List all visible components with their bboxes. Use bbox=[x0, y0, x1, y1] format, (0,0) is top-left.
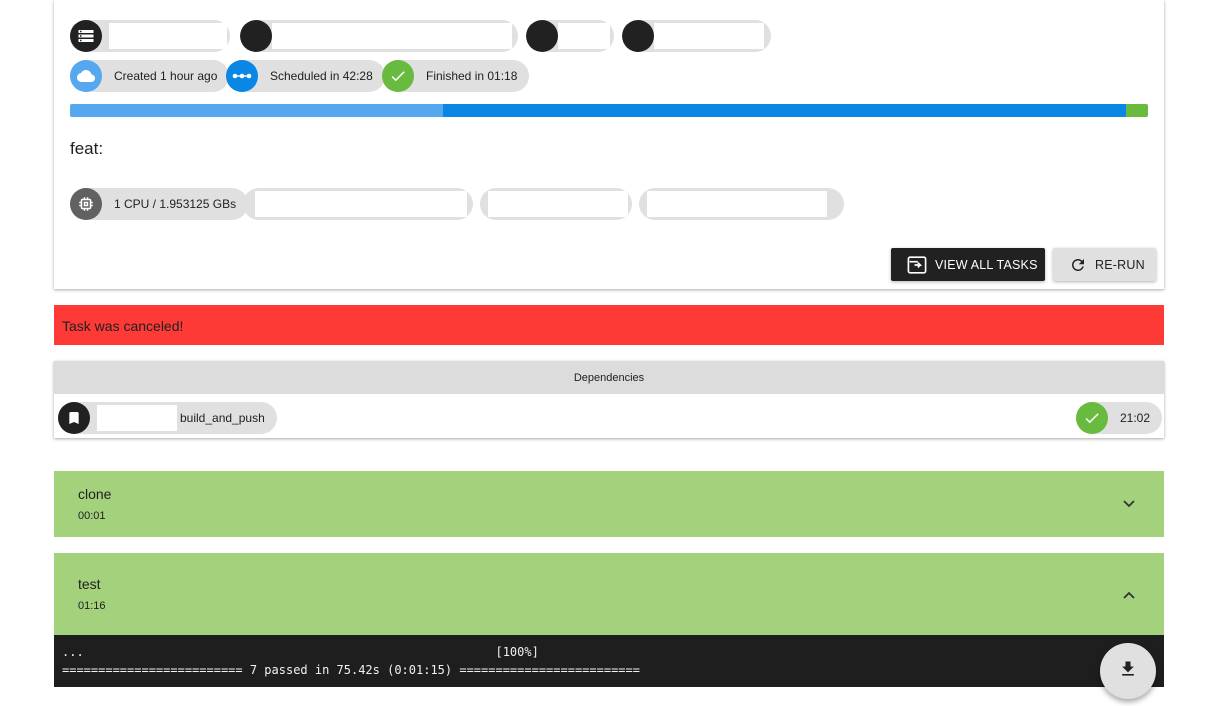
chevron-up-icon[interactable] bbox=[1122, 587, 1136, 605]
dependencies-title: Dependencies bbox=[573, 371, 645, 384]
resources-label: 1 CPU / 1.953125 GBs bbox=[114, 197, 237, 211]
repository-chip[interactable] bbox=[70, 20, 230, 52]
rerun-button[interactable]: RE-RUN bbox=[1053, 248, 1156, 281]
branch-name-hidden bbox=[272, 23, 512, 49]
progress-segment-finished bbox=[1126, 104, 1148, 117]
commit-icon bbox=[526, 20, 558, 52]
task-test[interactable]: test 01:16 bbox=[54, 553, 1164, 635]
author-chip[interactable] bbox=[622, 20, 771, 52]
hidden-chip-3 bbox=[639, 188, 844, 220]
hidden-chip-2 bbox=[480, 188, 632, 220]
dependency-status-chip: 21:02 bbox=[1076, 402, 1163, 434]
task-log-output: ... [100%] ========================= 7 pa… bbox=[54, 635, 1164, 687]
finished-label: Finished in 01:18 bbox=[426, 69, 518, 83]
task-name: clone bbox=[78, 486, 112, 502]
log-line: ========================= 7 passed in 75… bbox=[62, 663, 640, 677]
task-canceled-alert: Task was canceled! bbox=[54, 305, 1164, 345]
view-all-tasks-label: VIEW ALL TASKS bbox=[935, 257, 1038, 272]
storage-icon bbox=[70, 20, 102, 52]
download-log-button[interactable] bbox=[1100, 643, 1156, 699]
dependencies-header: Dependencies bbox=[54, 361, 1164, 394]
scheduled-label: Scheduled in 42:28 bbox=[270, 69, 373, 83]
resources-chip: 1 CPU / 1.953125 GBs bbox=[70, 188, 249, 220]
view-all-tasks-button[interactable]: VIEW ALL TASKS bbox=[891, 248, 1045, 281]
alert-message: Task was canceled! bbox=[62, 318, 184, 334]
download-icon bbox=[1118, 659, 1138, 684]
task-clone[interactable]: clone 00:01 bbox=[54, 471, 1164, 537]
task-name: test bbox=[78, 576, 101, 592]
finished-chip: Finished in 01:18 bbox=[382, 60, 530, 92]
build-progress-bar bbox=[70, 104, 1148, 117]
task-duration: 01:16 bbox=[78, 600, 106, 612]
created-label: Created 1 hour ago bbox=[114, 69, 218, 83]
chevron-down-icon[interactable] bbox=[1122, 496, 1136, 514]
refresh-icon bbox=[1069, 256, 1087, 274]
timeline-icon bbox=[226, 60, 258, 92]
commit-chip[interactable] bbox=[526, 20, 614, 52]
scheduled-chip: Scheduled in 42:28 bbox=[226, 60, 385, 92]
author-icon bbox=[622, 20, 654, 52]
branch-icon bbox=[240, 20, 272, 52]
dependency-chip[interactable]: build_and_push bbox=[58, 402, 277, 434]
launch-icon bbox=[907, 255, 927, 274]
dependency-name: build_and_push bbox=[180, 411, 265, 425]
branch-chip[interactable] bbox=[240, 20, 518, 52]
repository-name-hidden bbox=[109, 23, 227, 49]
memory-icon bbox=[70, 188, 102, 220]
created-chip: Created 1 hour ago bbox=[70, 60, 230, 92]
bookmark-icon bbox=[58, 402, 90, 434]
check-icon bbox=[382, 60, 414, 92]
cloud-icon bbox=[70, 60, 102, 92]
progress-segment-created bbox=[70, 104, 443, 117]
rerun-label: RE-RUN bbox=[1095, 257, 1145, 272]
dependency-duration: 21:02 bbox=[1120, 411, 1151, 425]
build-title: feat: bbox=[70, 139, 104, 158]
hidden-chip-3-text bbox=[647, 191, 827, 217]
dependencies-card: Dependencies build_and_push 21:02 bbox=[54, 361, 1164, 438]
log-line: ... [100%] bbox=[62, 645, 539, 659]
hidden-chip-1-text bbox=[255, 191, 467, 217]
author-name-hidden bbox=[654, 23, 764, 49]
dependency-prefix-hidden bbox=[97, 405, 177, 431]
progress-segment-scheduled bbox=[442, 104, 1127, 117]
commit-hash-hidden bbox=[558, 23, 610, 49]
check-icon bbox=[1076, 402, 1108, 434]
task-duration: 00:01 bbox=[78, 510, 106, 522]
build-card: Created 1 hour ago Scheduled in 42:28 Fi… bbox=[54, 0, 1164, 289]
hidden-chip-2-text bbox=[488, 191, 628, 217]
hidden-chip-1 bbox=[243, 188, 473, 220]
